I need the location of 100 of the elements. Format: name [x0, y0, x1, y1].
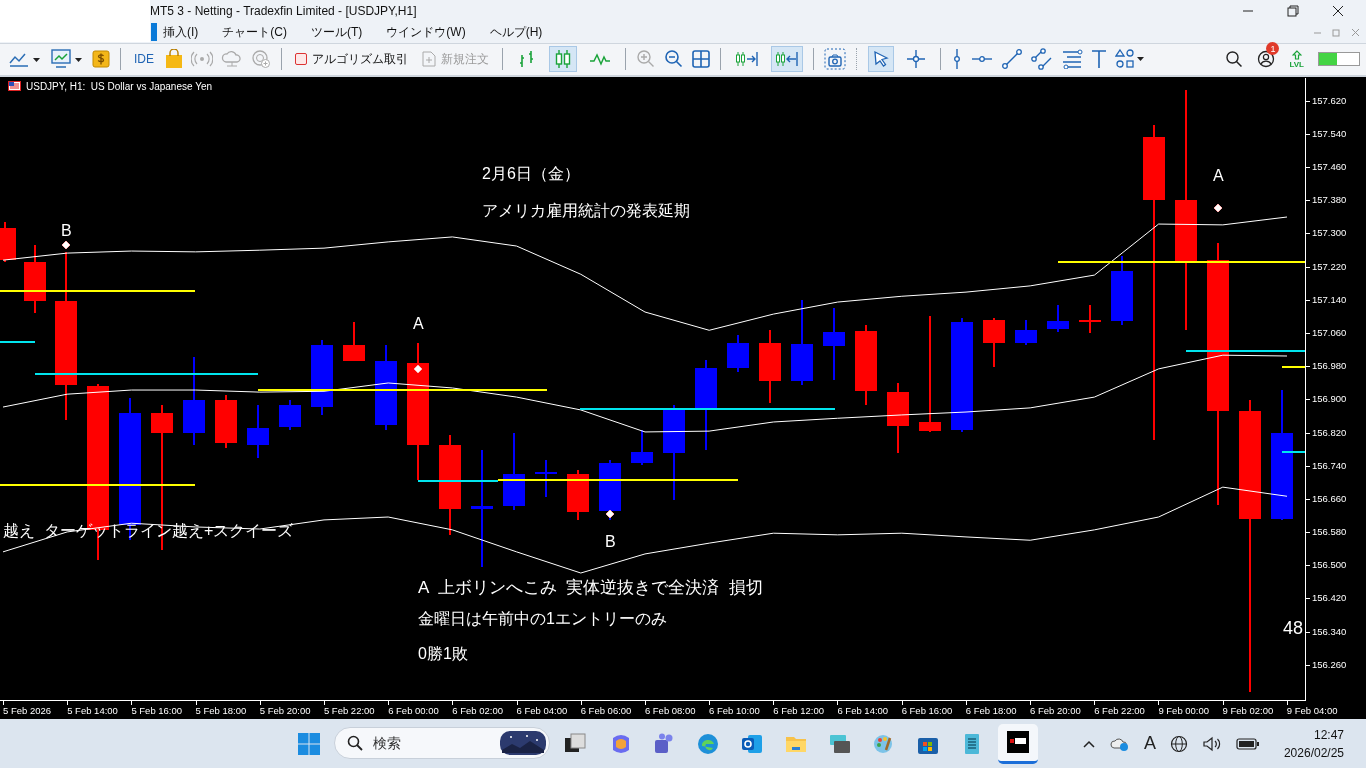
chevron-up-icon[interactable] [1081, 738, 1096, 749]
speaker-icon[interactable] [1201, 735, 1222, 752]
shopping-bag-icon[interactable] [165, 49, 183, 70]
menu-item[interactable]: チャート(C) [222, 23, 287, 41]
account-icon[interactable] [1257, 50, 1276, 69]
price-label: 157.620 [1306, 95, 1347, 106]
price-label: 157.540 [1306, 128, 1347, 139]
zoom-out-icon[interactable] [664, 49, 684, 70]
candle [215, 393, 237, 449]
vertical-line-icon[interactable] [951, 48, 963, 71]
search-icon[interactable] [1225, 50, 1244, 69]
price-label: 157.140 [1306, 294, 1347, 305]
candle [1015, 318, 1037, 346]
search-input[interactable]: 検索 [371, 733, 485, 752]
monitor-chart-icon[interactable] [50, 48, 84, 71]
up-arrow-icon [1291, 49, 1302, 60]
signal-label: B [61, 221, 72, 240]
signal-label: A [413, 314, 424, 333]
grid-icon[interactable] [692, 50, 710, 69]
candle [983, 316, 1005, 368]
signal-label: B [605, 532, 616, 551]
menu-item[interactable]: ウインドウ(W) [386, 23, 466, 41]
candle [727, 333, 749, 373]
trend-line-icon[interactable] [1001, 48, 1023, 71]
restore-icon[interactable] [1287, 5, 1299, 17]
windows-logo-icon[interactable] [297, 731, 321, 756]
channel-icon[interactable] [1031, 48, 1053, 71]
close-icon[interactable] [1332, 5, 1344, 17]
globe-plus-icon[interactable] [251, 49, 271, 70]
chart-note: アメリカ雇用統計の発表延期 [482, 201, 690, 220]
candle [247, 403, 269, 459]
candle [1111, 254, 1133, 326]
cloud-sync-icon[interactable] [1109, 735, 1130, 752]
auto-scroll-button[interactable] [771, 46, 803, 73]
price-label: 156.740 [1306, 460, 1347, 471]
price-label: 156.260 [1306, 659, 1347, 670]
price-label: 157.220 [1306, 261, 1347, 272]
shift-left-icon [775, 50, 799, 69]
chart-note: 2月6日（金） [482, 164, 580, 183]
clock-date[interactable]: 2026/02/25 [1283, 743, 1344, 762]
menu-item[interactable]: 挿入(I) [163, 23, 199, 41]
cursor-icon [872, 50, 890, 69]
candlestick-icon [553, 49, 573, 70]
candle [24, 243, 46, 314]
candle [1079, 303, 1101, 334]
chart-note: 48 [1283, 617, 1304, 639]
document-plus-icon [422, 51, 436, 68]
chart-note: 金曜日は午前中の1エントリーのみ [418, 609, 667, 628]
candle [279, 398, 301, 431]
flag-icon [8, 81, 21, 91]
ide-button[interactable]: IDE [131, 50, 157, 69]
candle [535, 458, 557, 498]
level-line [1281, 451, 1305, 453]
price-label: 157.460 [1306, 161, 1347, 172]
diamond-marker-icon [61, 240, 71, 250]
search-box[interactable]: 検索 [334, 726, 550, 759]
price-label: 156.820 [1306, 427, 1347, 438]
cursor-button[interactable] [868, 46, 894, 73]
clock-time[interactable]: 12:47 [1313, 725, 1344, 744]
chart-note: 0勝1敗 [418, 644, 468, 663]
time-label: 9 Feb 04:00 [1286, 700, 1338, 716]
price-label: 156.340 [1306, 626, 1347, 637]
price-label: 156.500 [1306, 560, 1347, 571]
candle [343, 320, 365, 362]
level-line [1281, 366, 1305, 368]
price-label: 157.300 [1306, 228, 1347, 239]
price-label: 156.900 [1306, 394, 1347, 405]
price-label: 156.980 [1306, 361, 1347, 372]
crosshair-icon [906, 49, 926, 70]
input-mode-indicator[interactable]: A [1143, 733, 1156, 754]
algo-trading-button[interactable]: アルゴリズム取引 [292, 48, 411, 70]
signal-label: A [1213, 166, 1224, 185]
price-label: 157.060 [1306, 327, 1347, 338]
diamond-marker-icon [1213, 203, 1223, 213]
shift-right-icon [735, 50, 759, 69]
price-label: 156.420 [1306, 593, 1347, 604]
night-landscape-icon [499, 729, 547, 756]
candle [631, 428, 653, 466]
dollar-icon[interactable] [92, 50, 110, 69]
chart-note: A 上ボリンへこみ 実体逆抜きで全決済 損切 [418, 577, 763, 598]
text-tool-icon[interactable] [1091, 49, 1107, 70]
price-label: 157.380 [1306, 195, 1347, 206]
line-chart-icon [589, 51, 611, 68]
candle [567, 468, 589, 521]
camera-icon[interactable] [824, 48, 846, 71]
app-menu-icon[interactable] [151, 23, 157, 42]
price-label: 156.580 [1306, 527, 1347, 538]
battery-icon[interactable] [1235, 737, 1260, 750]
menu-item[interactable]: ヘルプ(H) [489, 23, 543, 41]
search-icon [347, 734, 363, 751]
level-line [0, 341, 36, 343]
candle [0, 220, 16, 263]
globe-icon[interactable] [1169, 734, 1188, 753]
shapes-icon[interactable] [1115, 48, 1145, 71]
fibonacci-icon[interactable] [1061, 49, 1083, 70]
candlestick-button[interactable] [549, 46, 577, 73]
price-label: 156.660 [1306, 493, 1347, 504]
diamond-marker-icon [605, 509, 615, 519]
lvl-label: LVL [1289, 59, 1304, 69]
menu-item[interactable]: ツール(T) [311, 23, 363, 41]
